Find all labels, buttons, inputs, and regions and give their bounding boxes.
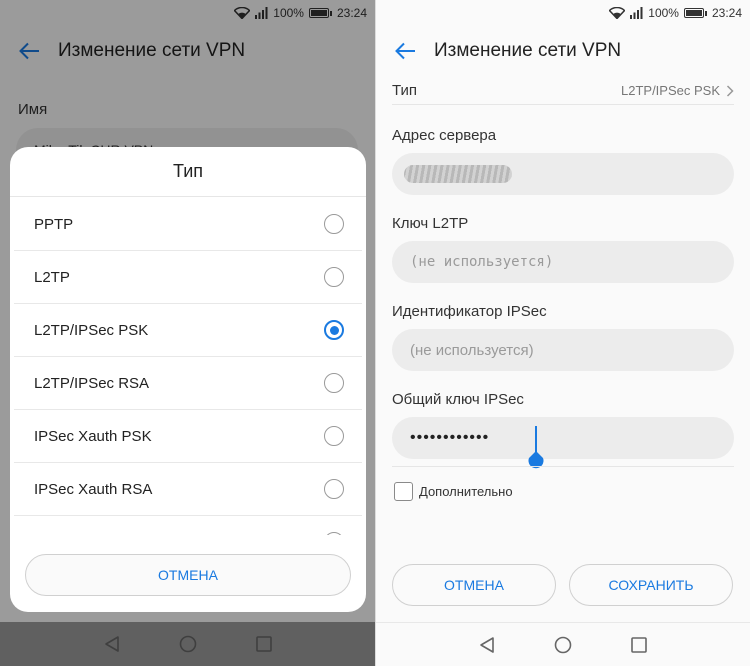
type-option[interactable]: L2TP/IPSec RSA bbox=[14, 357, 362, 410]
right-screen: 100% 23:24 Изменение сети VPN Тип L2TP/I… bbox=[376, 0, 750, 666]
advanced-label: Дополнительно bbox=[419, 484, 513, 499]
l2tp-key-placeholder: (не используется) bbox=[410, 254, 554, 270]
text-cursor bbox=[535, 426, 537, 452]
battery-icon bbox=[683, 8, 707, 18]
nav-home-icon[interactable] bbox=[179, 635, 197, 653]
advanced-checkbox[interactable] bbox=[394, 482, 413, 501]
radio-unselected-icon[interactable] bbox=[324, 373, 344, 393]
type-option-label: L2TP/IPSec PSK bbox=[34, 321, 149, 339]
battery-percent: 100% bbox=[648, 6, 679, 20]
status-bar: 100% 23:24 bbox=[376, 0, 750, 26]
type-option[interactable]: L2TP bbox=[14, 251, 362, 304]
type-option[interactable]: PPTP bbox=[14, 198, 362, 251]
l2tp-key-input[interactable]: (не используется) bbox=[392, 241, 734, 283]
nav-back-icon[interactable] bbox=[103, 635, 121, 653]
ipsec-key-label: Общий ключ IPSec bbox=[392, 391, 524, 408]
wifi-icon bbox=[609, 7, 626, 19]
type-option[interactable]: IPSec Hybrid RSA bbox=[14, 516, 362, 535]
cancel-button[interactable]: ОТМЕНА bbox=[392, 564, 556, 606]
server-label: Адрес сервера bbox=[392, 127, 497, 144]
type-option[interactable]: IPSec Xauth PSK bbox=[14, 410, 362, 463]
radio-unselected-icon[interactable] bbox=[324, 532, 344, 535]
nav-bar bbox=[0, 622, 375, 666]
nav-recents-icon[interactable] bbox=[630, 636, 648, 654]
ipsec-id-placeholder: (не используется) bbox=[410, 341, 534, 359]
type-option-label: L2TP/IPSec RSA bbox=[34, 374, 150, 392]
save-button[interactable]: СОХРАНИТЬ bbox=[569, 564, 733, 606]
ipsec-key-value: •••••••••••• bbox=[410, 429, 490, 446]
type-value: L2TP/IPSec PSK bbox=[621, 83, 720, 98]
server-address-redacted bbox=[404, 165, 512, 183]
radio-unselected-icon[interactable] bbox=[324, 479, 344, 499]
left-screen: 100% 23:24 Изменение сети VPN Имя MikroT… bbox=[0, 0, 375, 666]
app-bar: Изменение сети VPN bbox=[376, 26, 750, 76]
type-dialog: Тип PPTP L2TP L2TP/IPSec PSK L2TP/IPSec RSA… bbox=[10, 147, 366, 612]
type-option[interactable]: L2TP/IPSec PSK bbox=[14, 304, 362, 357]
dialog-cancel-button[interactable]: ОТМЕНА bbox=[25, 554, 351, 596]
type-option-label: L2TP bbox=[34, 268, 70, 286]
nav-home-icon[interactable] bbox=[554, 636, 572, 654]
radio-selected-icon[interactable] bbox=[324, 320, 344, 340]
type-option-label: PPTP bbox=[34, 215, 74, 233]
ipsec-key-input[interactable]: •••••••••••• bbox=[392, 417, 734, 469]
chevron-right-icon bbox=[726, 84, 734, 97]
field-divider bbox=[392, 466, 734, 467]
type-option-label: IPSec Xauth RSA bbox=[34, 480, 153, 498]
nav-back-icon[interactable] bbox=[478, 636, 496, 654]
type-value-wrap: L2TP/IPSec PSK bbox=[621, 83, 734, 98]
radio-unselected-icon[interactable] bbox=[324, 214, 344, 234]
radio-unselected-icon[interactable] bbox=[324, 267, 344, 287]
type-label: Тип bbox=[392, 82, 418, 99]
ipsec-id-input[interactable]: (не используется) bbox=[392, 329, 734, 371]
type-option-label: IPSec Hybrid RSA bbox=[34, 534, 157, 536]
dialog-title: Тип bbox=[10, 147, 366, 197]
type-option-label: IPSec Xauth PSK bbox=[34, 427, 152, 445]
signal-icon bbox=[630, 7, 643, 19]
page-title: Изменение сети VPN bbox=[434, 40, 622, 61]
server-input[interactable] bbox=[392, 153, 734, 195]
radio-unselected-icon[interactable] bbox=[324, 426, 344, 446]
back-arrow-icon[interactable] bbox=[392, 38, 418, 64]
nav-bar bbox=[376, 622, 750, 666]
type-option-list[interactable]: PPTP L2TP L2TP/IPSec PSK L2TP/IPSec RSA IPSe… bbox=[10, 198, 366, 535]
l2tp-key-label: Ключ L2TP bbox=[392, 215, 469, 232]
cursor-handle-icon[interactable] bbox=[526, 451, 546, 471]
clock: 23:24 bbox=[711, 6, 742, 20]
ipsec-id-label: Идентификатор IPSec bbox=[392, 303, 547, 320]
nav-recents-icon[interactable] bbox=[255, 635, 273, 653]
type-option[interactable]: IPSec Xauth RSA bbox=[14, 463, 362, 516]
type-row[interactable]: Тип L2TP/IPSec PSK bbox=[392, 77, 734, 105]
advanced-option[interactable]: Дополнительно bbox=[394, 482, 513, 501]
